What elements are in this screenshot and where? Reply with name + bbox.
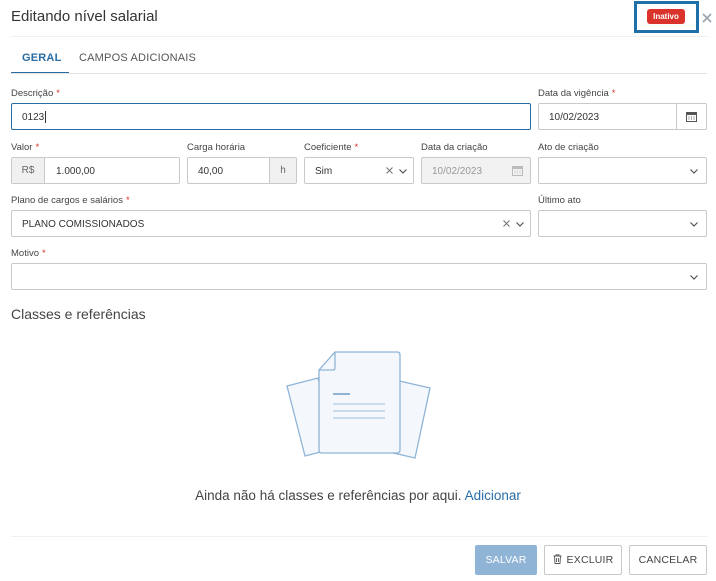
empty-documents-illustration xyxy=(286,351,431,459)
chevron-down-icon[interactable] xyxy=(515,219,525,229)
valor-label: Valor * xyxy=(11,142,40,153)
calendar-icon xyxy=(686,112,697,122)
text-cursor xyxy=(45,111,46,123)
motivo-select[interactable] xyxy=(11,263,707,290)
add-classes-link[interactable]: Adicionar xyxy=(465,488,521,503)
carga-horaria-input[interactable]: 40,00 h xyxy=(187,157,297,184)
page-title: Editando nível salarial xyxy=(11,8,158,25)
tab-geral[interactable]: GERAL xyxy=(22,52,62,64)
plano-label: Plano de cargos e salários * xyxy=(11,195,130,206)
coeficiente-label: Coeficiente * xyxy=(304,142,359,153)
cancel-button[interactable]: CANCELAR xyxy=(629,545,707,575)
data-vigencia-calendar-button[interactable] xyxy=(676,104,706,129)
classes-section-title: Classes e referências xyxy=(11,306,146,322)
empty-state-message: Ainda não há classes e referências por a… xyxy=(195,488,521,503)
data-vigencia-value: 10/02/2023 xyxy=(549,112,600,123)
descricao-value: 0123 xyxy=(22,112,45,123)
valor-input[interactable]: R$ 1.000,00 xyxy=(11,157,180,184)
currency-prefix: R$ xyxy=(12,158,45,183)
carga-horaria-value: 40,00 xyxy=(198,166,224,177)
clear-icon[interactable] xyxy=(502,219,511,228)
save-button[interactable]: SALVAR xyxy=(475,545,537,575)
ato-criacao-label: Ato de criação xyxy=(538,142,599,153)
trash-icon xyxy=(553,554,562,564)
motivo-label: Motivo * xyxy=(11,248,46,259)
chevron-down-icon[interactable] xyxy=(689,219,699,229)
close-icon[interactable] xyxy=(700,8,714,28)
header-divider xyxy=(11,36,707,37)
ato-criacao-select[interactable] xyxy=(538,157,707,184)
delete-button-label: EXCLUIR xyxy=(566,554,614,566)
valor-value: 1.000,00 xyxy=(56,166,95,177)
data-criacao-input: 10/02/2023 xyxy=(421,157,531,184)
delete-button[interactable]: EXCLUIR xyxy=(544,545,622,575)
data-vigencia-input[interactable]: 10/02/2023 xyxy=(538,103,707,130)
hours-suffix: h xyxy=(269,158,296,183)
carga-horaria-label: Carga horária xyxy=(187,142,246,153)
data-criacao-label: Data da criação xyxy=(421,142,488,153)
footer-divider xyxy=(11,536,707,537)
status-badge: Inativo xyxy=(647,9,685,24)
chevron-down-icon[interactable] xyxy=(398,166,408,176)
chevron-down-icon[interactable] xyxy=(689,272,699,282)
tab-campos-adicionais[interactable]: CAMPOS ADICIONAIS xyxy=(79,52,196,64)
descricao-label: Descrição * xyxy=(11,88,60,99)
data-criacao-value: 10/02/2023 xyxy=(432,166,483,177)
chevron-down-icon[interactable] xyxy=(689,166,699,176)
data-vigencia-label: Data da vigência * xyxy=(538,88,616,99)
clear-icon[interactable] xyxy=(385,166,394,175)
ultimo-ato-label: Último ato xyxy=(538,195,581,206)
coeficiente-value: Sim xyxy=(315,166,333,177)
calendar-icon xyxy=(512,166,523,176)
ultimo-ato-select[interactable] xyxy=(538,210,707,237)
coeficiente-select[interactable]: Sim xyxy=(304,157,414,184)
descricao-input[interactable]: 0123 xyxy=(11,103,531,130)
plano-select[interactable]: PLANO COMISSIONADOS xyxy=(11,210,531,237)
plano-value: PLANO COMISSIONADOS xyxy=(22,219,145,230)
tabs-divider xyxy=(11,73,707,74)
